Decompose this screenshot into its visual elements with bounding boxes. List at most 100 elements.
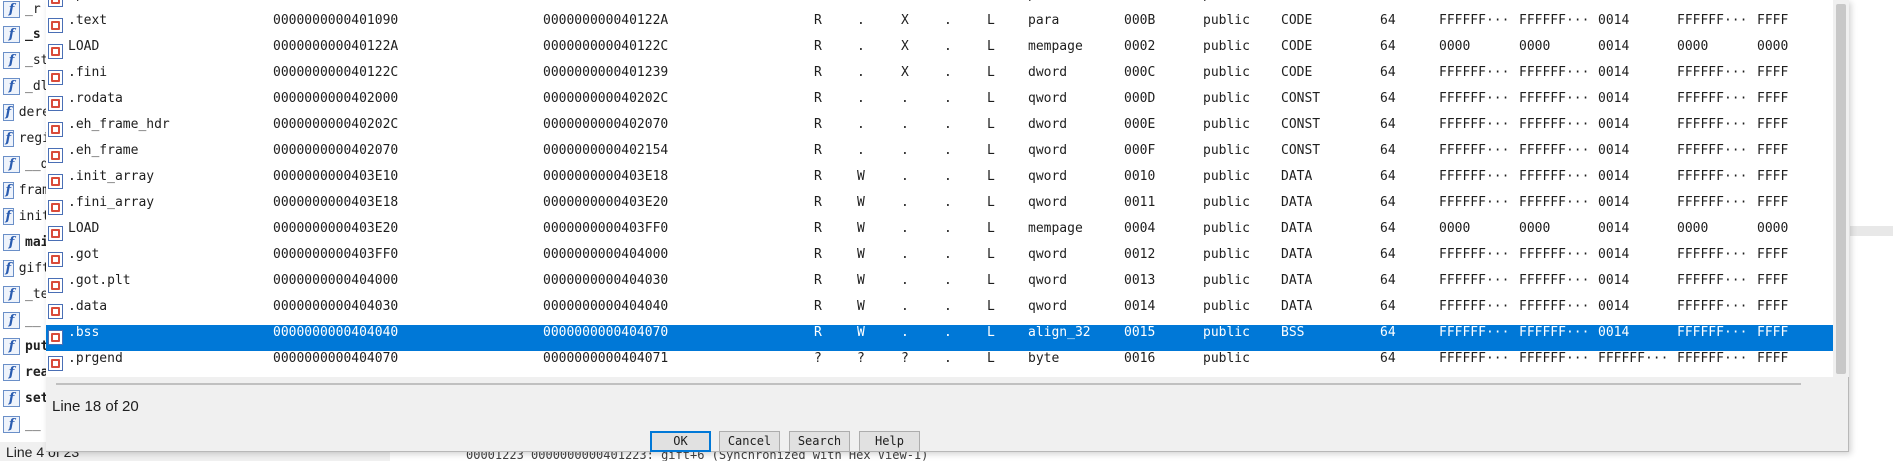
segment-row[interactable]: .got 0000000000403FF0 0000000000404000 R W..… [46, 247, 1833, 273]
function-item[interactable]: f set [0, 385, 50, 411]
perm-exec: . [901, 195, 909, 210]
perm-read: R [814, 221, 822, 236]
perm-exec: . [901, 169, 909, 184]
segment-row[interactable]: .text 0000000000401090 000000000040122A R. X… [46, 13, 1833, 39]
segment-class: CODE [1281, 13, 1313, 28]
segment-fs: FFFFFF··· [1677, 65, 1748, 80]
segment-addressing: 64 [1380, 143, 1396, 158]
vertical-scrollbar[interactable] [1833, 0, 1849, 377]
perm-write: W [857, 195, 865, 210]
segment-start: 000000000040202C [273, 117, 399, 132]
perm-debugger: . [944, 169, 952, 184]
function-name: put [25, 338, 49, 354]
perm-exec: . [901, 91, 909, 106]
segment-row[interactable]: .data 0000000000404030 0000000000404040 R W.… [46, 299, 1833, 325]
segment-row[interactable]: .rodata 0000000000402000 000000000040202C R… [46, 91, 1833, 117]
segment-row[interactable]: .fini 000000000040122C 0000000000401239 R. X… [46, 65, 1833, 91]
function-item[interactable]: f put [0, 333, 50, 359]
segment-end: 0000000000402070 [543, 117, 669, 132]
segment-align: qword [1028, 247, 1068, 262]
segment-end: 000000000040122A [543, 13, 669, 28]
perm-exec: ? [901, 351, 909, 366]
segment-gs: FFFF [1757, 143, 1789, 158]
segment-base: 0014 [1124, 299, 1156, 314]
segment-row[interactable]: LOAD 0000000000403E20 0000000000403FF0 R W..… [46, 221, 1833, 247]
function-item[interactable]: f __ [0, 411, 50, 437]
segment-name: .eh_frame [68, 143, 139, 158]
function-item[interactable]: f gift [0, 255, 50, 281]
ok-button[interactable]: OK [650, 431, 711, 452]
perm-write: . [857, 91, 865, 106]
function-item[interactable]: f __d [0, 151, 50, 177]
segment-ss: FFFFFF··· [1519, 169, 1590, 184]
perm-exec: . [901, 143, 909, 158]
perm-exec: . [901, 325, 909, 340]
cancel-button[interactable]: Cancel [719, 431, 780, 452]
segment-ds: 0014 [1598, 195, 1630, 210]
horizontal-scroll-track[interactable] [56, 383, 1801, 385]
segment-fs: FFFFFF··· [1677, 0, 1747, 13]
vertical-scroll-thumb[interactable] [1836, 4, 1846, 374]
segment-icon [48, 278, 63, 293]
segment-gs: FFFF [1757, 117, 1789, 132]
segment-end: 000000000040122C [543, 39, 669, 54]
perm-read: R [814, 39, 822, 54]
function-item[interactable]: f _te [0, 281, 50, 307]
segment-align: qword [1028, 91, 1068, 106]
segment-row[interactable]: .eh_frame_hdr 000000000040202C 00000000004… [46, 117, 1833, 143]
function-item[interactable]: f fram [0, 177, 50, 203]
function-item[interactable]: f rea [0, 359, 50, 385]
function-item[interactable]: f _dl [0, 73, 50, 99]
functions-window: f _r f _s f _st f _dl f dere f regi f __d f fram f init f m… [0, 0, 50, 461]
segment-row[interactable]: .init_array 0000000000403E10 0000000000403… [46, 169, 1833, 195]
function-item[interactable]: f init [0, 203, 50, 229]
segment-gs: 0000 [1757, 221, 1789, 236]
function-icon: f [3, 207, 14, 225]
perm-debugger: . [944, 13, 952, 28]
function-item[interactable]: f __ [0, 307, 50, 333]
segment-icon [48, 0, 63, 7]
help-button[interactable]: Help [859, 431, 920, 452]
perm-read: R [814, 0, 822, 13]
perm-debugger: . [944, 39, 952, 54]
segment-name: LOAD [68, 39, 100, 54]
function-item[interactable]: f mai [0, 229, 50, 255]
segment-class: CONST [1281, 143, 1321, 158]
segment-row[interactable]: .plt.sec 0000000000401060 0000000000401090… [46, 0, 1833, 13]
function-item[interactable]: f _s [0, 21, 50, 47]
line-status: Line 18 of 20 [52, 398, 139, 415]
horizontal-scrollbar[interactable] [46, 377, 1833, 387]
function-item[interactable]: f _st [0, 47, 50, 73]
perm-write: W [857, 325, 865, 340]
segment-end: 0000000000402154 [543, 143, 669, 158]
search-button[interactable]: Search [789, 431, 850, 452]
segment-ds: 0014 [1598, 221, 1630, 236]
segment-row[interactable]: .prgend 0000000000404070 0000000000404071?… [46, 351, 1833, 377]
segment-name: .bss [68, 325, 100, 340]
function-item[interactable]: f regi [0, 125, 50, 151]
function-name: __ [25, 416, 41, 432]
segment-end: 0000000000404000 [543, 247, 669, 262]
segment-gs: FFFF [1757, 273, 1789, 288]
segment-name: .fini [68, 65, 108, 80]
segment-row[interactable]: .fini_array 0000000000403E18 0000000000403… [46, 195, 1833, 221]
segment-es: FFFFFF··· [1439, 91, 1510, 106]
segment-row[interactable]: LOAD 000000000040122A 000000000040122C R. X.… [46, 39, 1833, 65]
perm-write: . [857, 13, 865, 28]
segment-align: qword [1028, 143, 1068, 158]
segment-gs: FFFF [1757, 13, 1789, 28]
segment-gs: FFFF [1757, 91, 1789, 106]
segment-es: FFFFFF··· [1439, 117, 1510, 132]
segment-base: 000C [1124, 65, 1156, 80]
perm-write: . [857, 117, 865, 132]
segment-row[interactable]: .got.plt 0000000000404000 0000000000404030… [46, 273, 1833, 299]
segment-row[interactable]: .bss 0000000000404040 0000000000404070 R W..… [46, 325, 1833, 351]
segment-addressing: 64 [1380, 325, 1396, 340]
segment-ss: FFFFFF··· [1519, 13, 1590, 28]
segment-addressing: 64 [1380, 117, 1396, 132]
segment-row[interactable]: .eh_frame 0000000000402070 000000000040215… [46, 143, 1833, 169]
function-item[interactable]: f dere [0, 99, 50, 125]
segment-class: DATA [1281, 195, 1313, 210]
segment-ds: 0014 [1598, 117, 1630, 132]
function-item[interactable]: f _r [0, 0, 50, 22]
